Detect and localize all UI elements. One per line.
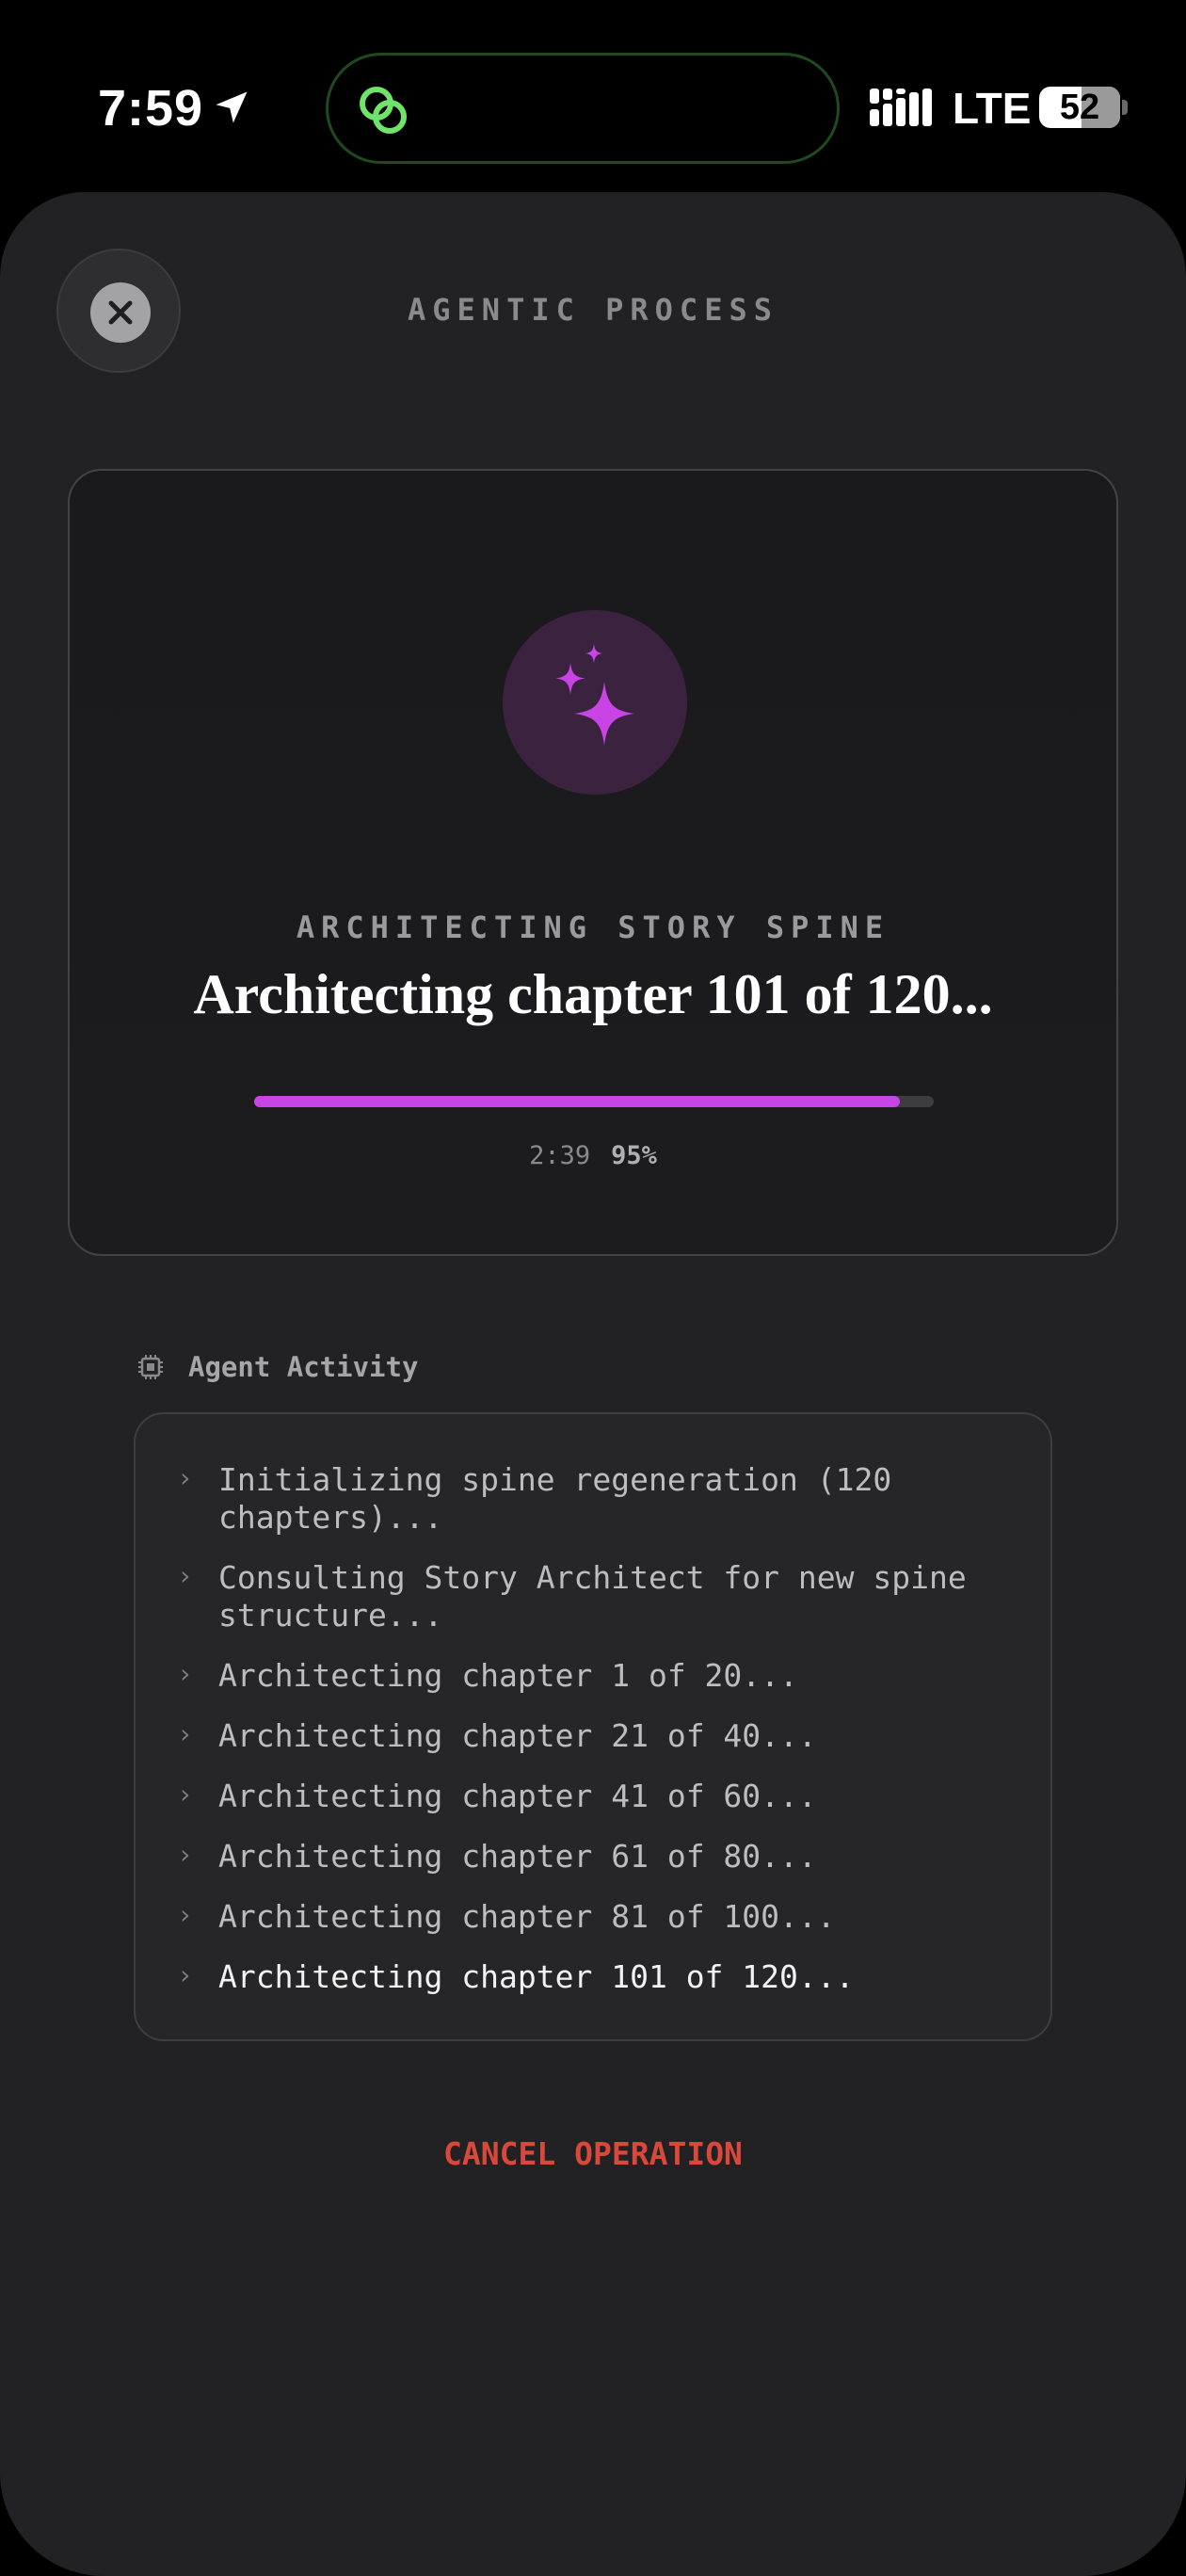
chevron-right-icon: ›	[177, 1959, 193, 1990]
signal-strength-icon	[870, 89, 932, 126]
status-time: 7:59	[98, 80, 204, 137]
chevron-right-icon: ›	[177, 1560, 193, 1591]
activity-log-item: › Architecting chapter 1 of 20...	[177, 1657, 1024, 1695]
link-app-icon	[360, 87, 407, 134]
progress-meta: 2:39 95%	[70, 1141, 1116, 1170]
activity-log-item: › Consulting Story Architect for new spin…	[177, 1559, 1024, 1634]
chip-icon	[138, 1355, 163, 1379]
activity-header: Agent Activity	[137, 1348, 418, 1386]
activity-log-item: › Architecting chapter 81 of 100...	[177, 1898, 1024, 1936]
battery-cap	[1122, 100, 1128, 115]
cancel-operation-button[interactable]: CANCEL OPERATION	[0, 2126, 1186, 2182]
activity-log-list: › Initializing spine regeneration (120 ch…	[177, 1461, 1024, 2019]
sparkles-icon	[555, 644, 634, 746]
activity-log-item: › Architecting chapter 41 of 60...	[177, 1778, 1024, 1815]
activity-log-text: Architecting chapter 101 of 120...	[218, 1958, 855, 1995]
chevron-right-icon: ›	[177, 1462, 193, 1493]
sheet-title: AGENTIC PROCESS	[408, 292, 778, 328]
sparkle-badge	[503, 610, 687, 795]
activity-log-text: Architecting chapter 1 of 20...	[218, 1657, 798, 1694]
activity-log-item: › Initializing spine regeneration (120 ch…	[177, 1461, 1024, 1537]
activity-log-text: Initializing spine regeneration (120 cha…	[218, 1461, 892, 1536]
location-arrow-icon	[216, 91, 248, 123]
progress-bar	[254, 1096, 934, 1107]
activity-log-text: Consulting Story Architect for new spine…	[218, 1559, 967, 1634]
elapsed-time: 2:39	[529, 1141, 591, 1170]
battery-percent: 52	[1059, 88, 1100, 127]
progress-percent: 95%	[611, 1141, 657, 1170]
activity-log-item: › Architecting chapter 21 of 40...	[177, 1717, 1024, 1755]
activity-title: Agent Activity	[188, 1351, 419, 1383]
stage-heading: Architecting chapter 101 of 120...	[193, 963, 993, 1025]
battery-icon: 52	[1039, 87, 1120, 128]
chevron-right-icon: ›	[177, 1899, 193, 1930]
activity-log-text: Architecting chapter 41 of 60...	[218, 1778, 817, 1814]
activity-log-text: Architecting chapter 81 of 100...	[218, 1898, 836, 1935]
activity-log-text: Architecting chapter 61 of 80...	[218, 1838, 817, 1875]
activity-log-item: › Architecting chapter 61 of 80...	[177, 1838, 1024, 1876]
dynamic-island[interactable]	[326, 53, 840, 164]
chevron-right-icon: ›	[177, 1779, 193, 1810]
progress-card: ARCHITECTING STORY SPINE Architecting ch…	[68, 469, 1118, 1256]
status-bar: 7:59 LTE 52	[0, 0, 1186, 188]
chevron-right-icon: ›	[177, 1718, 193, 1749]
activity-log-item: › Architecting chapter 101 of 120...	[177, 1958, 1024, 1996]
chevron-right-icon: ›	[177, 1658, 193, 1689]
network-type: LTE	[953, 84, 1032, 133]
progress-bar-fill	[254, 1096, 900, 1107]
activity-log: › Initializing spine regeneration (120 ch…	[134, 1412, 1052, 2041]
stage-label: ARCHITECTING STORY SPINE	[296, 910, 890, 945]
chevron-right-icon: ›	[177, 1839, 193, 1870]
agentic-process-sheet: AGENTIC PROCESS ARCHITECTING STORY SPINE…	[0, 192, 1186, 2576]
activity-log-text: Architecting chapter 21 of 40...	[218, 1717, 817, 1754]
